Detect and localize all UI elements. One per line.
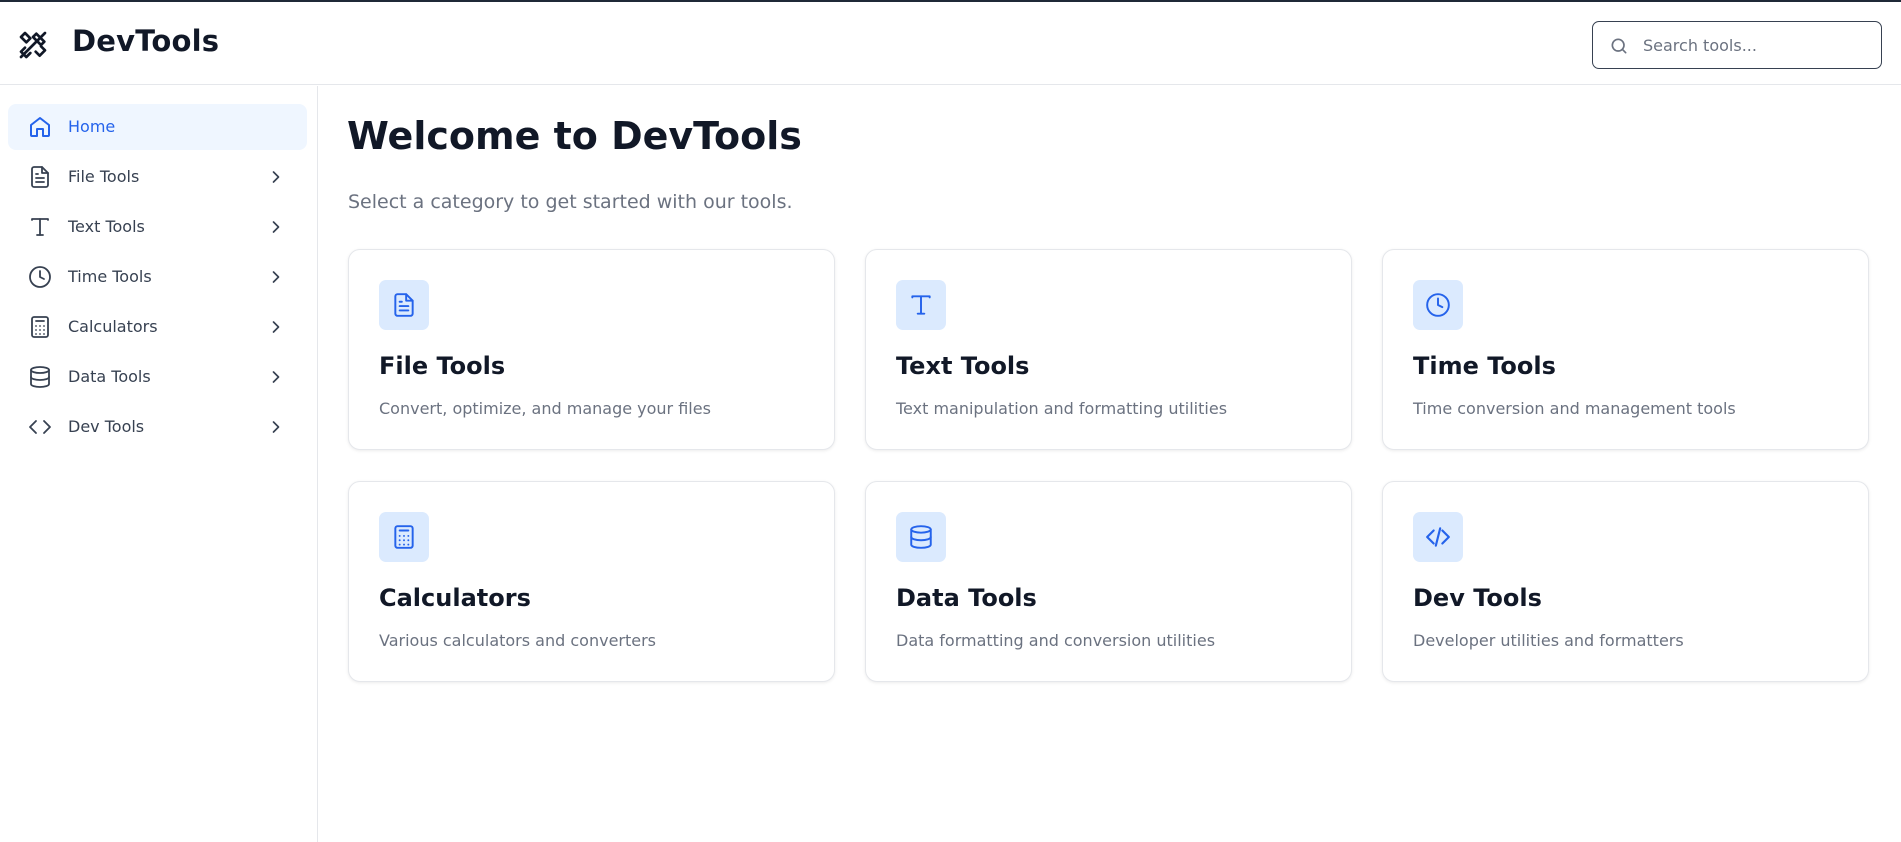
file-icon — [31, 166, 49, 188]
tools-icon — [19, 31, 47, 59]
clock-icon — [29, 266, 51, 288]
card-description: Data formatting and conversion utilities — [896, 631, 1216, 650]
card-icon-badge — [896, 512, 946, 562]
category-card-dev-tools[interactable]: Dev Tools Developer utilities and format… — [1382, 481, 1869, 682]
card-title: Dev Tools — [1413, 584, 1542, 612]
sidebar-item-file-tools[interactable]: File Tools — [8, 154, 307, 200]
database-icon — [910, 525, 932, 549]
category-card-calculators[interactable]: Calculators Various calculators and conv… — [348, 481, 835, 682]
sidebar-item-data-tools[interactable]: Data Tools — [8, 354, 307, 400]
calculator-icon — [394, 525, 414, 549]
home-icon — [30, 117, 50, 137]
sidebar-item-time-tools[interactable]: Time Tools — [8, 254, 307, 300]
card-title: Data Tools — [896, 584, 1037, 612]
card-title: File Tools — [379, 352, 506, 380]
card-icon-badge — [1413, 280, 1463, 330]
card-description: Developer utilities and formatters — [1413, 631, 1684, 650]
card-description: Convert, optimize, and manage your files — [379, 399, 711, 418]
sidebar-item-dev-tools[interactable]: Dev Tools — [8, 404, 307, 450]
sidebar-item-label: Dev Tools — [68, 417, 145, 436]
category-card-file-tools[interactable]: File Tools Convert, optimize, and manage… — [348, 249, 835, 450]
chevron-right-icon[interactable] — [266, 167, 286, 187]
code-icon — [29, 420, 51, 434]
chevron-right-icon[interactable] — [266, 267, 286, 287]
sidebar-item-label: Data Tools — [68, 367, 151, 386]
sidebar-item-home[interactable]: Home — [8, 104, 307, 150]
card-title: Calculators — [379, 584, 531, 612]
sidebar-item-label: Text Tools — [68, 217, 145, 236]
search-icon — [1611, 38, 1627, 54]
card-description: Time conversion and management tools — [1413, 399, 1736, 418]
chevron-right-icon[interactable] — [266, 317, 286, 337]
sidebar-item-label: Home — [68, 117, 116, 136]
category-card-time-tools[interactable]: Time Tools Time conversion and managemen… — [1382, 249, 1869, 450]
database-icon — [30, 366, 50, 388]
app-title: DevTools — [72, 24, 220, 58]
sidebar-item-label: Calculators — [68, 317, 158, 336]
card-icon-badge — [896, 280, 946, 330]
calculator-icon — [31, 316, 49, 338]
text-icon — [911, 295, 931, 315]
chevron-right-icon[interactable] — [266, 417, 286, 437]
clock-icon — [1426, 293, 1450, 317]
card-description: Text manipulation and formatting utiliti… — [896, 399, 1228, 418]
chevron-right-icon[interactable] — [266, 217, 286, 237]
sidebar: Home File Tools Text Tools Time Tools Ca… — [0, 86, 318, 842]
category-card-text-tools[interactable]: Text Tools Text manipulation and formatt… — [865, 249, 1352, 450]
card-icon-badge — [379, 512, 429, 562]
app-window: DevTools Home File Tools — [0, 0, 1901, 842]
sidebar-item-text-tools[interactable]: Text Tools — [8, 204, 307, 250]
page-subtitle: Select a category to get started with ou… — [348, 191, 793, 213]
sidebar-item-calculators[interactable]: Calculators — [8, 304, 307, 350]
card-description: Various calculators and converters — [379, 631, 657, 650]
search-input[interactable] — [1643, 30, 1873, 60]
card-title: Text Tools — [896, 352, 1030, 380]
code-icon — [1426, 527, 1450, 547]
text-icon — [31, 218, 49, 236]
card-icon-badge — [379, 280, 429, 330]
top-header: DevTools — [0, 4, 1901, 85]
main-content: Welcome to DevTools Select a category to… — [319, 86, 1901, 842]
search-box[interactable] — [1592, 21, 1882, 69]
sidebar-item-label: Time Tools — [68, 267, 152, 286]
card-title: Time Tools — [1413, 352, 1556, 380]
file-icon — [394, 293, 414, 317]
sidebar-item-label: File Tools — [68, 167, 140, 186]
page-title: Welcome to DevTools — [347, 114, 802, 158]
category-card-data-tools[interactable]: Data Tools Data formatting and conversio… — [865, 481, 1352, 682]
chevron-right-icon[interactable] — [266, 367, 286, 387]
card-icon-badge — [1413, 512, 1463, 562]
